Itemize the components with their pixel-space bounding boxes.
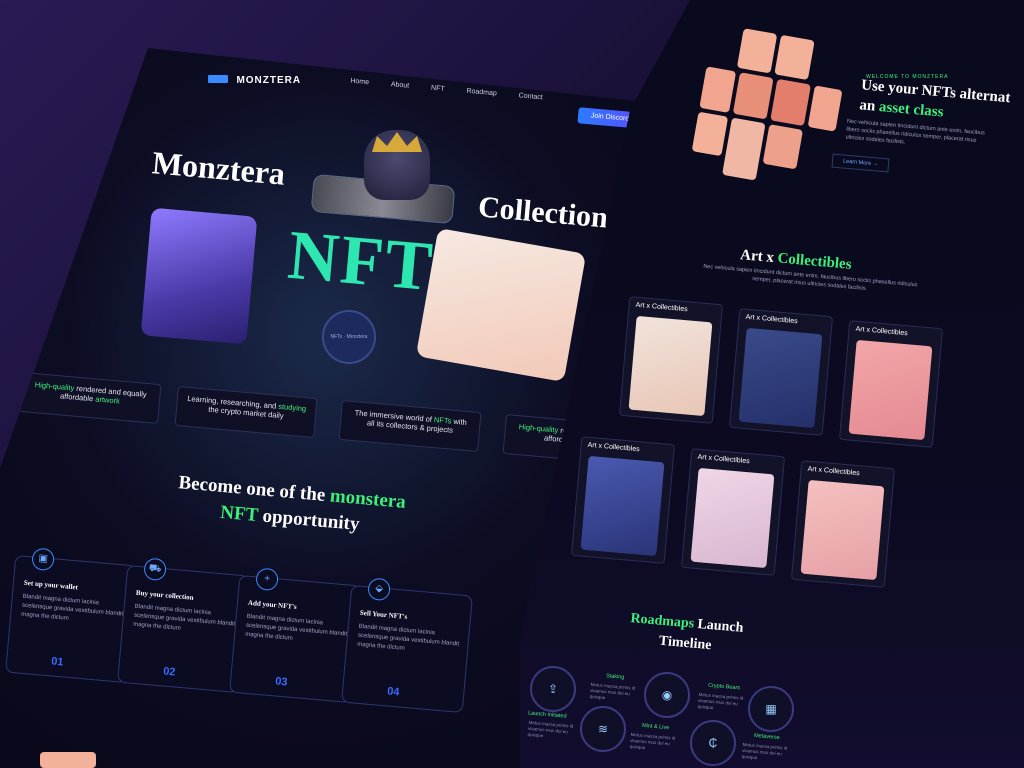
brand-name: MONZTERA	[236, 75, 302, 86]
collectible-image-fox	[580, 455, 665, 557]
collectible-card-6[interactable]: Art x Collectibles	[790, 460, 896, 588]
roadmap-heading-highlight: Roadmaps	[629, 611, 695, 632]
step-card-4: ⬙ Sell Your NFT's Blandit magna dictum l…	[341, 577, 473, 714]
tag-icon: ⬙	[367, 577, 392, 602]
become-highlight-1: monstera	[329, 485, 407, 513]
learn-more-button[interactable]: Learn More →	[831, 153, 890, 173]
roadmap-text-metaverse: Metus massa primis id vivamus mus dui eu…	[741, 741, 788, 761]
roadmap-label-crypto-bears: Crypto Bears	[707, 682, 741, 692]
become-heading: Become one of the monstera NFT opportuni…	[144, 467, 437, 544]
step-3-body: Blandit magna dictum lacinia scelerisque…	[244, 613, 348, 642]
step-3-number: 03	[274, 675, 288, 689]
collectible-image-peach	[628, 315, 713, 417]
about-heading-highlight: asset class	[878, 98, 945, 121]
step-3-title: Add your NFT's	[247, 598, 298, 612]
feature-1-tail: artwork	[94, 394, 121, 406]
roadmap-heading-text: Launch	[693, 616, 744, 636]
roadmap-text-launch: Metus massa primis id vivamus mus dui eu…	[527, 719, 574, 739]
hero-image-purple-monster	[140, 207, 258, 345]
chart-icon[interactable]: ▦	[748, 686, 794, 732]
step-2-number: 02	[162, 665, 176, 679]
step-4-title: Sell Your NFT's	[359, 608, 408, 621]
roadmap-label-mint: Mint & Live	[641, 722, 670, 732]
roadmap-label-metaverse: Metaverse	[753, 732, 780, 742]
roadmap-text-staking: Metus massa primis id vivamus mus dui eu…	[589, 681, 636, 701]
collectible-image-cat	[848, 339, 933, 441]
become-text-2: opportunity	[257, 505, 361, 535]
collectible-card-3[interactable]: Art x Collectibles	[838, 320, 944, 448]
wallet-icon: ▣	[31, 547, 56, 572]
rocket-icon[interactable]: ⇪	[530, 666, 576, 712]
coin-icon[interactable]: ₵	[690, 720, 736, 766]
feature-card-3: The immersive world of NFTs with all its…	[338, 399, 482, 453]
step-4-number: 04	[386, 685, 400, 699]
nav-contact[interactable]: Contact	[518, 92, 543, 101]
step-2-body: Blandit magna dictum lacinia scelerisque…	[132, 603, 236, 632]
hero-title-right: Collection	[476, 190, 610, 235]
nav-home[interactable]: Home	[350, 78, 369, 87]
roadmap-label-staking: Staking	[605, 673, 625, 681]
collectible-image-onion	[738, 327, 823, 429]
step-1-number: 01	[50, 655, 64, 669]
step-1-title: Set up your wallet	[23, 578, 79, 592]
step-1-body: Blandit magna dictum lacinia scelerisque…	[20, 593, 124, 622]
become-highlight-2: NFT	[219, 501, 259, 527]
step-2-title: Buy your collection	[135, 588, 194, 602]
collectible-card-4[interactable]: Art x Collectibles	[570, 436, 676, 564]
nav-about[interactable]: About	[391, 81, 410, 90]
step-card-2: ⛟ Buy your collection Blandit magna dict…	[117, 557, 249, 694]
layers-icon[interactable]: ≋	[580, 706, 626, 752]
feature-card-1: High-quality rendered and equally afford…	[18, 371, 162, 425]
hero-tile-mosaic	[688, 23, 852, 197]
roadmap-heading: Roadmaps Launch Timeline	[615, 608, 758, 660]
hero-title-nft: NFT	[284, 216, 438, 307]
hero-title-left: Monztera	[150, 144, 287, 192]
about-heading-line2: an	[858, 97, 880, 115]
collectible-image-sprout	[690, 467, 775, 569]
nav-nft[interactable]: NFT	[431, 85, 445, 93]
collectible-card-2[interactable]: Art x Collectibles	[728, 308, 834, 436]
feature-card-2: Learning, researching, and studying the …	[174, 385, 318, 439]
logo[interactable]: MONZTERA	[208, 70, 301, 88]
cart-icon: ⛟	[143, 557, 168, 582]
nav-menu: Home About NFT Roadmap Contact	[350, 78, 543, 102]
roadmap-text-crypto-bears: Metus massa primis id vivamus mus dui eu…	[697, 691, 744, 711]
step-card-3: + Add your NFT's Blandit magna dictum la…	[229, 567, 361, 704]
roadmap-label-launch: Launch initiated	[527, 710, 567, 720]
step-card-1: ▣ Set up your wallet Blandit magna dictu…	[5, 547, 137, 684]
feature-4-highlight: High-quality	[518, 422, 559, 435]
step-4-body: Blandit magna dictum lacinia scelerisque…	[356, 623, 460, 652]
collectibles-heading-text: Art x	[739, 247, 779, 267]
signal-icon[interactable]: ◉	[644, 672, 690, 718]
hero-image-peach-monster	[415, 227, 587, 383]
logo-mark-icon	[208, 74, 228, 83]
plus-icon: +	[255, 567, 280, 592]
roadmap-heading-line2: Timeline	[658, 633, 713, 654]
collectible-card-1[interactable]: Art x Collectibles	[618, 296, 724, 424]
nav-roadmap[interactable]: Roadmap	[466, 88, 497, 98]
become-text-1: Become one of the	[177, 472, 331, 507]
feature-1-highlight: High-quality	[34, 380, 75, 393]
roadmap-text-mint: Metus massa primis id vivamus mus dui eu…	[629, 731, 676, 751]
decorative-tile	[40, 752, 96, 768]
collectible-card-5[interactable]: Art x Collectibles	[680, 448, 786, 576]
nft-seal-badge: NFTs · Monztera	[322, 310, 376, 364]
collectible-image-pig	[800, 479, 885, 581]
